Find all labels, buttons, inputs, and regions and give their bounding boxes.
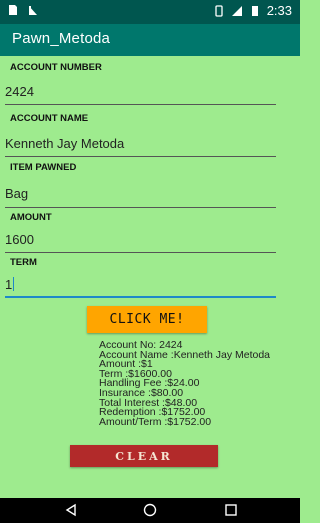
app-title: Pawn_Metoda bbox=[12, 30, 111, 47]
text-cursor bbox=[13, 277, 15, 291]
vibrate-icon bbox=[215, 4, 223, 17]
home-icon[interactable] bbox=[143, 503, 157, 517]
amount-input[interactable]: 1600 bbox=[5, 232, 34, 247]
result-line: Amount/Term :$1752.00 bbox=[99, 415, 212, 428]
no-signal-icon bbox=[29, 6, 37, 15]
back-icon[interactable] bbox=[64, 503, 78, 517]
app-bar: Pawn_Metoda bbox=[0, 24, 300, 56]
result-summary: Account No: 2424 Account Name :Kenneth J… bbox=[99, 340, 270, 428]
term-label: TERM bbox=[10, 257, 37, 268]
account-name-label: ACCOUNT NAME bbox=[10, 113, 89, 124]
item-pawned-underline bbox=[5, 207, 276, 208]
account-number-input[interactable]: 2424 bbox=[5, 84, 34, 99]
account-number-label: ACCOUNT NUMBER bbox=[10, 62, 102, 73]
term-underline bbox=[5, 296, 276, 298]
sim-card-icon bbox=[9, 5, 17, 15]
item-pawned-label: ITEM PAWNED bbox=[10, 162, 77, 173]
signal-icon bbox=[231, 5, 242, 16]
clock-time: 2:33 bbox=[266, 3, 292, 18]
item-pawned-input[interactable]: Bag bbox=[5, 186, 28, 201]
amount-label: AMOUNT bbox=[10, 212, 52, 223]
account-number-underline bbox=[5, 104, 276, 105]
status-bar: 2:33 bbox=[0, 0, 300, 24]
battery-icon bbox=[251, 5, 258, 16]
clear-button[interactable]: CLEAR bbox=[70, 445, 218, 467]
amount-underline bbox=[5, 252, 276, 253]
recents-icon[interactable] bbox=[224, 503, 238, 517]
term-input[interactable]: 1 bbox=[5, 277, 15, 292]
navigation-bar bbox=[0, 498, 300, 523]
account-name-underline bbox=[5, 156, 276, 157]
click-me-button[interactable]: CLICK ME! bbox=[87, 306, 207, 333]
account-name-input[interactable]: Kenneth Jay Metoda bbox=[5, 136, 124, 151]
